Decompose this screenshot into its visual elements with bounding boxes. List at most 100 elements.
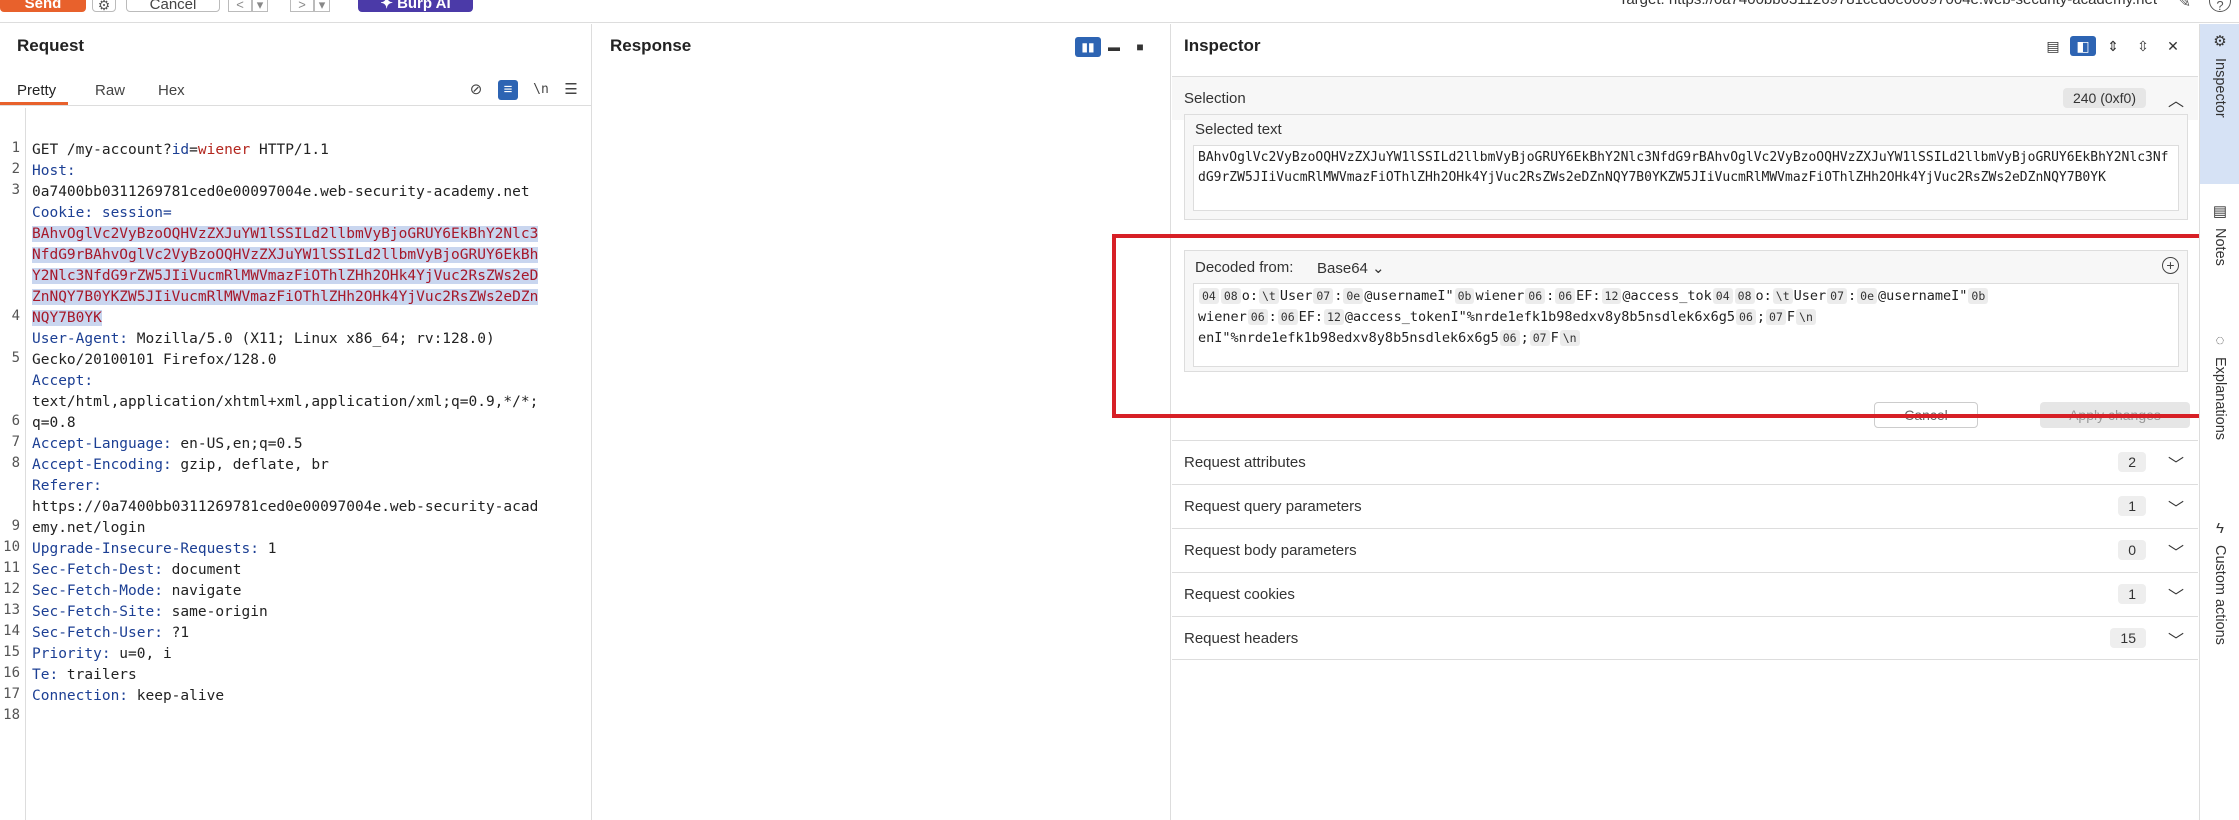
byte-badge: 06 — [1555, 288, 1576, 304]
apply-changes-button[interactable]: Apply changes — [2040, 402, 2190, 428]
code-line-6: Accept-Language: en-US,en;q=0.5 — [32, 434, 584, 455]
code-line-2: Host: — [32, 161, 584, 182]
selected-cookie-value[interactable]: NQY7B0YK — [32, 310, 102, 326]
header-value: trailers — [58, 667, 137, 683]
header-key: Sec-Fetch-Mode: — [32, 583, 163, 599]
target-label[interactable]: Target: https://0a7400bb0311269781ced0e0… — [1619, 0, 2157, 8]
request-editor[interactable]: 1 2 3 4 5 6 7 8 9 10 11 12 13 14 15 16 1… — [0, 108, 592, 820]
layout-side-icon[interactable]: ◧ — [2070, 36, 2096, 56]
code-line-4b: Gecko/20100101 Firefox/128.0 — [32, 350, 584, 371]
tab-raw[interactable]: Raw — [95, 82, 125, 99]
code-line-4: User-Agent: Mozilla/5.0 (X11; Linux x86_… — [32, 329, 584, 350]
back-dropdown-icon[interactable]: ▾ — [252, 0, 268, 12]
lightbulb-icon: ◌ — [2215, 332, 2225, 349]
sidebar-item-inspector[interactable]: ⚙ Inspector — [2200, 24, 2239, 184]
split-rows-icon[interactable]: ▬ — [1101, 37, 1127, 57]
param-equals: = — [189, 142, 198, 158]
decoded-text: enI"%nrde1efk1b98edxv8y8b5nsdlek6x6g5 — [1198, 330, 1499, 346]
byte-badge: 04 — [1199, 288, 1219, 304]
chevron-down-icon[interactable]: ﹀ — [2168, 539, 2184, 563]
code-line-3e: ZnNQY7B0YKZW5JIiVucmRlMWVmazFiOThlZHh2OH… — [32, 287, 584, 308]
close-icon[interactable]: ✕ — [2160, 36, 2186, 56]
wrap-lines-icon[interactable]: ≡ — [498, 80, 518, 100]
forward-dropdown-icon[interactable]: ▾ — [314, 0, 330, 12]
forward-button[interactable]: > — [290, 0, 314, 12]
line-gutter: 1 2 3 4 5 6 7 8 9 10 11 12 13 14 15 16 1… — [0, 108, 26, 820]
byte-badge: 04 — [1712, 288, 1733, 304]
code-line-8c: emy.net/login — [32, 518, 584, 539]
header-value: emy.net/login — [32, 520, 146, 536]
chevron-down-icon[interactable]: ﹀ — [2168, 451, 2184, 475]
tab-hex[interactable]: Hex — [158, 82, 185, 99]
byte-badge: \n — [1559, 330, 1580, 346]
pencil-icon[interactable]: ✎ — [2178, 0, 2191, 12]
burp-ai-button[interactable]: ✦ Burp AI — [358, 0, 473, 12]
decoded-text: User — [1793, 288, 1827, 304]
line-number: 9 — [11, 518, 20, 534]
selected-cookie-value[interactable]: Y2Nlc3NfdG9rZW5JIiVucmRlMWVmazFiOThlZHh2… — [32, 268, 539, 284]
add-decoding-icon[interactable]: + — [2162, 257, 2179, 274]
split-columns-icon[interactable]: ▮▮ — [1075, 37, 1101, 57]
menu-icon[interactable]: ☰ — [561, 80, 581, 100]
sliders-icon: ⚙ — [2213, 33, 2227, 50]
gear-icon[interactable]: ⚙ — [92, 0, 116, 13]
decoded-text: ; — [1520, 330, 1529, 346]
help-icon[interactable]: ? — [2209, 0, 2231, 13]
chevron-down-icon[interactable]: ﹀ — [2168, 627, 2184, 651]
sidebar-item-custom-actions[interactable]: ϟ Custom actions — [2200, 512, 2239, 702]
header-key: User-Agent: — [32, 331, 129, 347]
header-key: Upgrade-Insecure-Requests: — [32, 541, 259, 557]
byte-badge: 06 — [1499, 330, 1520, 346]
single-pane-icon[interactable]: ■ — [1127, 37, 1153, 57]
back-button[interactable]: < — [228, 0, 252, 12]
chevron-down-icon: ⌄ — [1372, 260, 1385, 277]
cookie-name: session= — [93, 205, 172, 221]
cancel-button[interactable]: Cancel — [126, 0, 220, 13]
selected-cookie-value[interactable]: BAhvOglVc2VyBzoOQHVzZXJuYW1lSSILd2llbmVy… — [32, 226, 539, 242]
sidebar-item-notes[interactable]: ▤ Notes — [2200, 194, 2239, 304]
line-number: 8 — [11, 455, 20, 471]
header-value: navigate — [162, 583, 242, 599]
decoded-text: wiener — [1198, 309, 1247, 325]
eye-off-icon[interactable]: ⊘ — [466, 80, 486, 100]
selection-label: Selection — [1184, 90, 1246, 107]
section-label: Request attributes — [1184, 454, 1306, 471]
section-request-cookies[interactable]: Request cookies 1 ﹀ — [1172, 572, 2198, 616]
decoded-value-editor[interactable]: 04 08 o: \t User 07:0e @usernameI" 0b wiener 06:0… — [1193, 283, 2179, 367]
header-value: keep-alive — [128, 688, 225, 704]
section-request-query-parameters[interactable]: Request query parameters 1 ﹀ — [1172, 484, 2198, 528]
chevron-down-icon[interactable]: ﹀ — [2168, 583, 2184, 607]
section-request-attributes[interactable]: Request attributes 2 ﹀ — [1172, 440, 2198, 484]
selected-text-value[interactable]: BAhvOglVc2VyBzoOQHVzZXJuYW1lSSILd2llbmVy… — [1193, 145, 2179, 211]
code-line-3c: NfdG9rBAhvOglVc2VyBzoOQHVzZXJuYW1lSSILd2… — [32, 245, 584, 266]
collapse-icon[interactable]: ⇳ — [2130, 36, 2156, 56]
cancel-changes-button[interactable]: Cancel — [1874, 402, 1978, 428]
code-line-13: Sec-Fetch-User: ?1 — [32, 623, 584, 644]
decoding-format-select[interactable]: Base64 ⌄ — [1317, 259, 1385, 277]
chevron-down-icon[interactable]: ﹀ — [2168, 495, 2184, 519]
show-newlines-icon[interactable]: \n — [531, 80, 551, 100]
byte-badge: 06 — [1247, 309, 1268, 325]
http-method: GET — [32, 142, 67, 158]
chevron-up-icon[interactable]: ︿ — [2168, 87, 2184, 111]
decoded-box: Decoded from: Base64 ⌄ + 04 08 o: \t User 07:… — [1184, 250, 2188, 372]
section-request-body-parameters[interactable]: Request body parameters 0 ﹀ — [1172, 528, 2198, 572]
decoded-text: F — [1786, 309, 1796, 325]
tab-pretty[interactable]: Pretty — [17, 82, 56, 99]
send-button[interactable]: Send — [0, 0, 86, 12]
selected-cookie-value[interactable]: ZnNQY7B0YKZW5JIiVucmRlMWVmazFiOThlZHh2OH… — [32, 289, 539, 305]
byte-badge: 07 — [1313, 288, 1334, 304]
sidebar-item-explanations[interactable]: ◌ Explanations — [2200, 324, 2239, 494]
decoded-text: EF: — [1576, 288, 1601, 304]
header-key: Accept-Language: — [32, 436, 172, 452]
section-label: Request query parameters — [1184, 498, 1362, 515]
section-request-headers[interactable]: Request headers 15 ﹀ — [1172, 616, 2198, 660]
selected-cookie-value[interactable]: NfdG9rBAhvOglVc2VyBzoOQHVzZXJuYW1lSSILd2… — [32, 247, 539, 263]
layout-list-icon[interactable]: ▤ — [2040, 36, 2066, 56]
code-line-15: Te: trailers — [32, 665, 584, 686]
byte-badge: 0e — [1857, 288, 1877, 304]
decoded-text: o: — [1241, 288, 1258, 304]
expand-icon[interactable]: ⇕ — [2100, 36, 2126, 56]
header-value: text/html,application/xhtml+xml,applicat… — [32, 394, 539, 410]
selected-text-label: Selected text — [1195, 121, 1282, 138]
